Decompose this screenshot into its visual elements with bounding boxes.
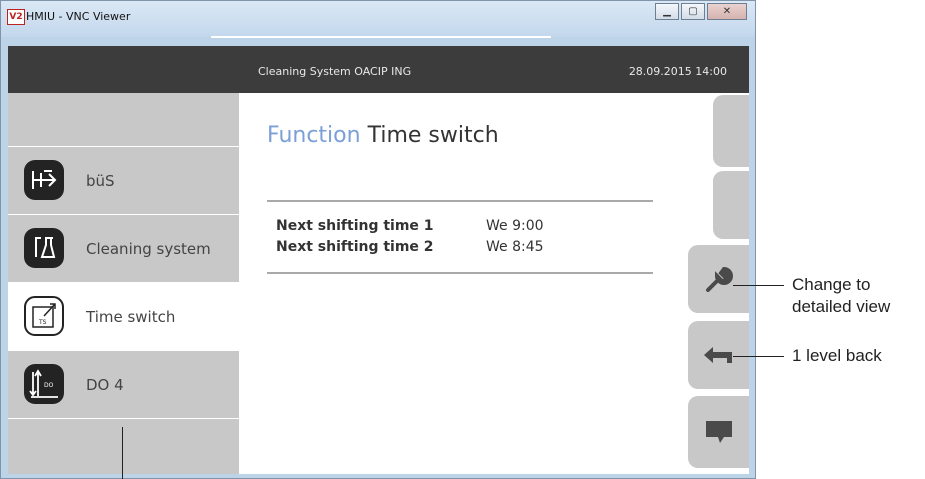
sidebar-item-do4[interactable]: DO DO 4 <box>8 350 239 418</box>
system-name: Cleaning System OACIP ING <box>258 65 412 78</box>
maximize-icon[interactable]: ▢ <box>681 3 705 20</box>
sidebar-item-label: büS <box>86 172 115 190</box>
main-content: Function Time switch Next shifting time … <box>239 93 749 474</box>
message-button[interactable] <box>688 396 749 468</box>
sidebar-item-label: Cleaning system <box>86 240 211 258</box>
callout-pointer <box>122 427 123 479</box>
blank-button[interactable] <box>713 171 749 239</box>
callout-line1: Change to <box>792 275 871 294</box>
callout-detailed-view: Change to detailed view <box>792 274 890 318</box>
title-name: Time switch <box>367 123 499 148</box>
page-title: Function Time switch <box>267 123 499 148</box>
window-title: HMIU - VNC Viewer <box>26 10 131 23</box>
detailed-view-button[interactable] <box>688 245 749 313</box>
bus-icon <box>24 160 64 200</box>
row-value: We 9:00 <box>486 218 544 234</box>
row-label: Next shifting time 1 <box>276 218 434 234</box>
list-item: Next shifting time 1 We 9:00 <box>276 218 544 234</box>
sidebar-item-label: Time switch <box>86 308 176 326</box>
hmi-screen: Cleaning System OACIP ING 28.09.2015 14:… <box>8 46 749 474</box>
sidebar-item-label: DO 4 <box>86 376 124 394</box>
list-item: Next shifting time 2 We 8:45 <box>276 239 544 255</box>
close-icon[interactable]: ✕ <box>707 3 747 20</box>
row-label: Next shifting time 2 <box>276 239 434 255</box>
sidebar: büS Cleaning system TS Time switch DO DO… <box>8 93 239 474</box>
title-keyword: Function <box>267 123 361 148</box>
back-button[interactable] <box>688 321 749 389</box>
back-arrow-icon <box>703 347 732 363</box>
cleaning-system-icon <box>24 228 64 268</box>
date-time: 28.09.2015 14:00 <box>628 65 727 78</box>
sidebar-item-time-switch[interactable]: TS Time switch <box>8 282 239 350</box>
status-bar: Cleaning System OACIP ING 28.09.2015 14:… <box>8 46 749 93</box>
sidebar-item-cleaning-system[interactable]: Cleaning system <box>8 214 239 282</box>
vnc-viewer-icon: V2 <box>7 9 25 25</box>
row-value: We 8:45 <box>486 239 544 255</box>
message-icon <box>705 421 732 443</box>
divider <box>267 200 653 202</box>
callout-line <box>733 356 784 357</box>
digital-output-icon: DO <box>24 364 64 404</box>
divider <box>267 272 653 274</box>
time-switch-icon: TS <box>24 296 64 336</box>
svg-text:DO: DO <box>44 382 54 389</box>
wrench-icon <box>705 266 733 292</box>
sidebar-item-bus[interactable]: büS <box>8 146 239 214</box>
title-bar: V2 HMIU - VNC Viewer ▁ ▢ ✕ <box>1 1 755 38</box>
svg-text:TS: TS <box>38 319 47 326</box>
callout-level-back: 1 level back <box>792 346 882 365</box>
vnc-window: V2 HMIU - VNC Viewer ▁ ▢ ✕ Cleaning Syst… <box>0 0 756 479</box>
minimize-icon[interactable]: ▁ <box>655 3 679 20</box>
sidebar-item-empty <box>8 418 239 474</box>
callout-line <box>733 285 784 286</box>
callout-line2: detailed view <box>792 297 891 316</box>
blank-button[interactable] <box>713 95 749 167</box>
title-bar-divider <box>211 36 551 38</box>
